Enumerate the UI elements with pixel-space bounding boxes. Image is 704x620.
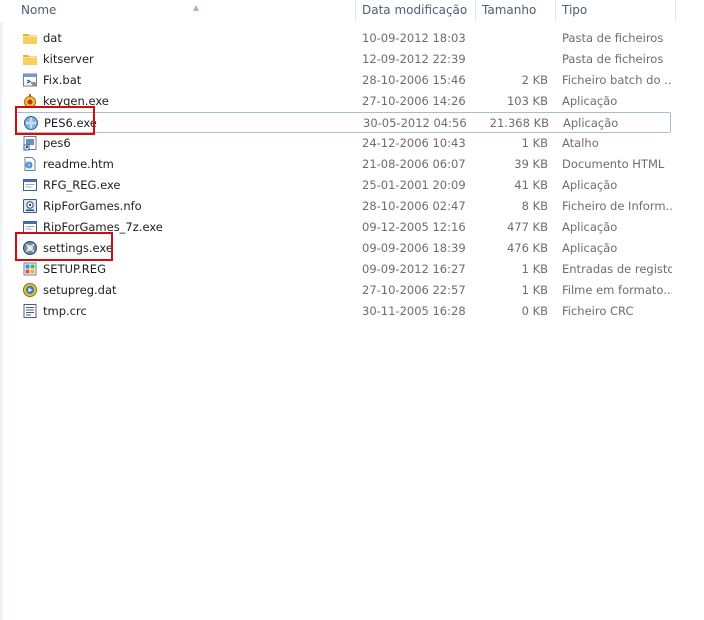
highlight-annotation-box bbox=[15, 106, 95, 135]
file-date-modified: 30-11-2005 16:28 bbox=[362, 304, 466, 318]
file-row[interactable]: Fix.bat 28-10-2006 15:46 2 KB Ficheiro batc… bbox=[15, 70, 672, 91]
file-name: tmp.crc bbox=[43, 304, 87, 318]
file-name: dat bbox=[43, 31, 62, 45]
column-header-date[interactable]: Data modificação bbox=[356, 0, 476, 22]
crc-file-icon bbox=[22, 303, 38, 319]
file-row[interactable]: setupreg.dat 27-10-2006 22:57 1 KB Filme em… bbox=[15, 280, 672, 301]
file-date-modified: 25-01-2001 20:09 bbox=[362, 178, 466, 192]
highlight-annotation-box bbox=[15, 232, 113, 261]
file-size bbox=[476, 49, 548, 70]
file-date-modified: 24-12-2006 10:43 bbox=[362, 136, 466, 150]
file-type: Aplicação bbox=[563, 116, 619, 130]
column-header-date-label: Data modificação bbox=[362, 3, 468, 17]
file-name: readme.htm bbox=[43, 157, 114, 171]
file-type: Ficheiro batch do ... bbox=[562, 73, 672, 87]
file-type: Documento HTML bbox=[562, 157, 665, 171]
column-header-bar: Nome ▲ Data modificação Tamanho Tipo bbox=[0, 0, 704, 22]
file-date-modified: 27-10-2006 22:57 bbox=[362, 283, 466, 297]
file-name: pes6 bbox=[43, 136, 71, 150]
file-row[interactable]: readme.htm 21-08-2006 06:07 39 KB Documento… bbox=[15, 154, 671, 175]
file-row[interactable]: PES6.exe 30-05-2012 04:56 21.368 KB Aplicaç… bbox=[15, 112, 671, 133]
file-type: Aplicação bbox=[562, 220, 618, 234]
column-header-type-label: Tipo bbox=[562, 3, 588, 17]
folder-icon bbox=[22, 30, 38, 46]
file-type: Filme em formato... bbox=[562, 283, 672, 297]
file-name: RFG_REG.exe bbox=[43, 178, 121, 192]
file-name: RipForGames.nfo bbox=[43, 199, 142, 213]
navigation-pane-edge bbox=[0, 0, 4, 620]
nfo-file-icon bbox=[22, 198, 38, 214]
file-row[interactable]: SETUP.REG 09-09-2012 16:27 1 KB Entradas de… bbox=[15, 259, 672, 280]
file-name: kitserver bbox=[43, 52, 94, 66]
file-date-modified: 09-12-2005 12:16 bbox=[362, 220, 466, 234]
media-file-icon bbox=[22, 282, 38, 298]
file-date-modified: 27-10-2006 14:26 bbox=[362, 94, 466, 108]
file-size: 1 KB bbox=[521, 136, 548, 150]
column-header-size-label: Tamanho bbox=[482, 3, 537, 17]
file-size: 477 KB bbox=[506, 220, 548, 234]
file-size: 41 KB bbox=[514, 178, 548, 192]
file-type: Entradas de registo bbox=[562, 262, 672, 276]
batch-file-icon bbox=[22, 72, 38, 88]
file-size: 103 KB bbox=[506, 94, 548, 108]
file-size: 21.368 KB bbox=[489, 116, 549, 130]
file-type: Aplicação bbox=[562, 94, 618, 108]
file-date-modified: 10-09-2012 18:03 bbox=[362, 31, 466, 45]
column-header-name-label: Nome bbox=[21, 3, 57, 17]
column-header-type[interactable]: Tipo bbox=[556, 0, 676, 22]
file-row[interactable]: kitserver 12-09-2012 22:39 Pasta de fichei… bbox=[15, 49, 671, 70]
file-date-modified: 09-09-2012 16:27 bbox=[362, 262, 466, 276]
file-name: SETUP.REG bbox=[43, 262, 106, 276]
file-date-modified: 21-08-2006 06:07 bbox=[362, 157, 466, 171]
file-type: Ficheiro de Inform... bbox=[562, 199, 672, 213]
shortcut-icon bbox=[22, 135, 38, 151]
folder-icon bbox=[22, 51, 38, 67]
file-name: Fix.bat bbox=[43, 73, 82, 87]
window-app-icon bbox=[22, 177, 38, 193]
column-header-size[interactable]: Tamanho bbox=[476, 0, 556, 22]
file-date-modified: 28-10-2006 15:46 bbox=[362, 73, 466, 87]
file-row[interactable]: pes6 24-12-2006 10:43 1 KB Atalho bbox=[15, 133, 671, 154]
file-type: Aplicação bbox=[562, 178, 618, 192]
file-date-modified: 28-10-2006 02:47 bbox=[362, 199, 466, 213]
file-size: 476 KB bbox=[506, 241, 548, 255]
file-type: Pasta de ficheiros bbox=[562, 52, 664, 66]
file-size: 2 KB bbox=[521, 73, 548, 87]
file-type: Atalho bbox=[562, 136, 599, 150]
file-date-modified: 30-05-2012 04:56 bbox=[363, 116, 467, 130]
file-type: Ficheiro CRC bbox=[562, 304, 634, 318]
file-date-modified: 09-09-2006 18:39 bbox=[362, 241, 466, 255]
file-size: 0 KB bbox=[521, 304, 548, 318]
file-size: 1 KB bbox=[521, 262, 548, 276]
file-row[interactable]: keygen.exe 27-10-2006 14:26 103 KB Aplicaçã… bbox=[15, 91, 671, 112]
file-type: Aplicação bbox=[562, 241, 618, 255]
file-size: 1 KB bbox=[521, 283, 548, 297]
sort-arrow-icon: ▲ bbox=[193, 3, 200, 12]
file-name: setupreg.dat bbox=[43, 283, 117, 297]
file-row[interactable]: RipForGames.nfo 28-10-2006 02:47 8 KB Fiche… bbox=[15, 196, 672, 217]
file-row[interactable]: RFG_REG.exe 25-01-2001 20:09 41 KB Aplicaçã… bbox=[15, 175, 671, 196]
column-header-name[interactable]: Nome ▲ bbox=[15, 0, 356, 22]
file-date-modified: 12-09-2012 22:39 bbox=[362, 52, 466, 66]
file-row[interactable]: RipForGames_7z.exe 09-12-2005 12:16 477 KB… bbox=[15, 217, 671, 238]
file-size: 8 KB bbox=[521, 199, 548, 213]
file-row[interactable]: settings.exe 09-09-2006 18:39 476 KB Aplica… bbox=[15, 238, 671, 259]
file-size bbox=[476, 28, 548, 49]
file-size: 39 KB bbox=[514, 157, 548, 171]
registry-file-icon bbox=[22, 261, 38, 277]
file-row[interactable]: tmp.crc 30-11-2005 16:28 0 KB Ficheiro CRC bbox=[15, 301, 671, 322]
file-explorer-window: Nome ▲ Data modificação Tamanho Tipo dat… bbox=[0, 0, 704, 620]
file-row[interactable]: dat 10-09-2012 18:03 Pasta de ficheiros bbox=[15, 28, 671, 49]
html-document-icon bbox=[22, 156, 38, 172]
file-type: Pasta de ficheiros bbox=[562, 31, 664, 45]
